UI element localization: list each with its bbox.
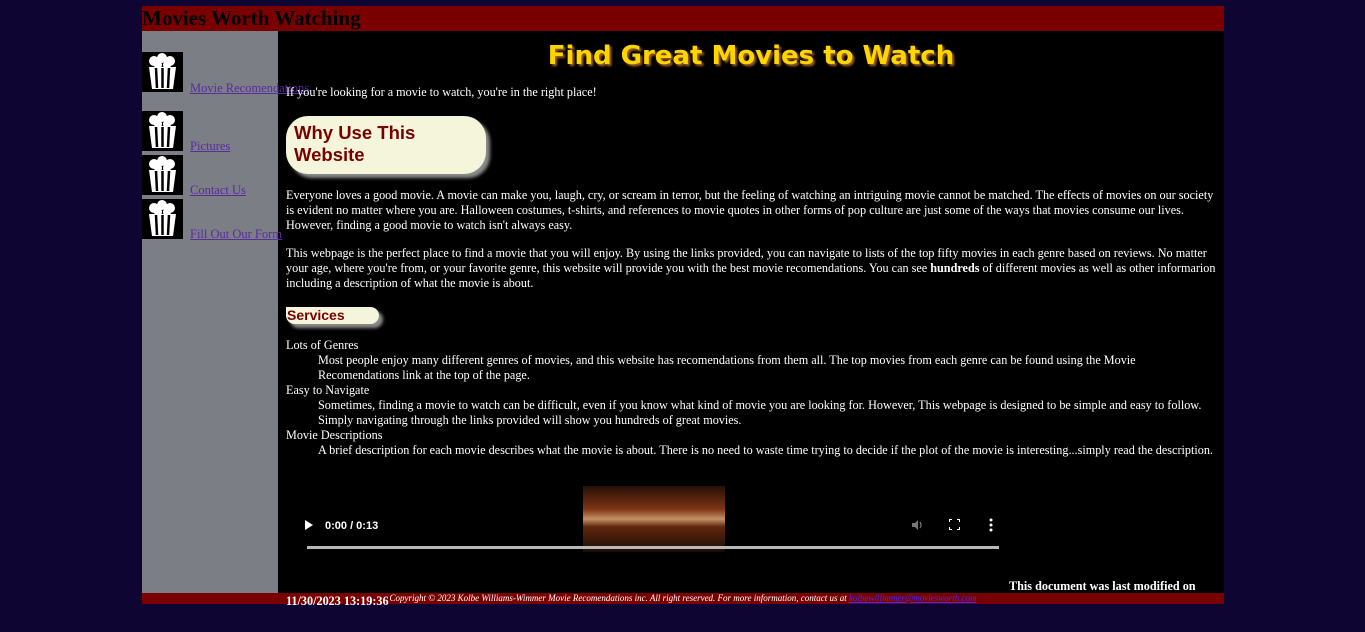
popcorn-icon: [142, 111, 183, 151]
video-player[interactable]: 0:00 / 0:13: [299, 486, 999, 558]
intro-paragraph: If you're looking for a movie to watch, …: [286, 85, 597, 99]
footer-email-link[interactable]: kolbewillimmer@moviesworth.com: [849, 593, 977, 603]
popcorn-icon: [142, 199, 183, 239]
perfect-place-paragraph: This webpage is the perfect place to fin…: [286, 246, 1216, 290]
copyright-text: Copyright © 2023 Kolbe Williams-Wimmer M…: [389, 593, 847, 603]
service-term: Movie Descriptions: [286, 428, 383, 442]
video-thumbnail: [583, 486, 725, 552]
service-term: Lots of Genres: [286, 338, 359, 352]
site-title: Movies Worth Watching: [142, 6, 361, 30]
page-body: Movie Recomendations Pictures Contact Us…: [142, 31, 1224, 608]
video-progress-bar[interactable]: [307, 546, 999, 549]
why-use-heading: Why Use This Website: [286, 116, 486, 174]
fullscreen-icon[interactable]: [948, 518, 961, 534]
page-wrapper: Movies Worth Watching Movie Recomendatio…: [142, 6, 1224, 608]
popcorn-icon: [142, 155, 183, 195]
nav-item-movie-recomendations[interactable]: Movie Recomendations: [142, 52, 309, 112]
nav-link-fill-out-our-form[interactable]: Fill Out Our Form: [190, 227, 282, 242]
service-description: Sometimes, finding a movie to watch can …: [318, 398, 1202, 427]
volume-icon[interactable]: [911, 519, 923, 535]
last-modified-label: This document was last modified on: [1009, 579, 1196, 593]
service-description: A brief description for each movie descr…: [318, 443, 1213, 457]
more-options-icon[interactable]: [989, 518, 993, 536]
service-description: Most people enjoy many different genres …: [318, 353, 1136, 382]
nav-link-pictures[interactable]: Pictures: [190, 139, 230, 154]
play-icon[interactable]: [305, 520, 313, 530]
service-term: Easy to Navigate: [286, 383, 370, 397]
why-paragraph: Everyone loves a good movie. A movie can…: [286, 188, 1214, 232]
services-heading: Services: [286, 307, 379, 324]
sidebar-nav: Movie Recomendations Pictures Contact Us…: [142, 31, 309, 593]
site-header: Movies Worth Watching: [142, 6, 1224, 31]
nav-item-contact-us[interactable]: Contact Us: [142, 155, 278, 199]
nav-item-fill-out-our-form[interactable]: Fill Out Our Form: [142, 199, 282, 259]
nav-link-contact-us[interactable]: Contact Us: [190, 183, 246, 198]
nav-item-pictures[interactable]: Pictures: [142, 111, 278, 155]
page-title: Find Great Movies to Watch: [547, 41, 955, 71]
hundreds-emphasis: hundreds: [930, 261, 980, 275]
popcorn-icon: [142, 52, 183, 92]
last-modified-date: 11/30/2023 13:19:36: [286, 594, 389, 608]
video-time: 0:00 / 0:13: [325, 520, 379, 532]
